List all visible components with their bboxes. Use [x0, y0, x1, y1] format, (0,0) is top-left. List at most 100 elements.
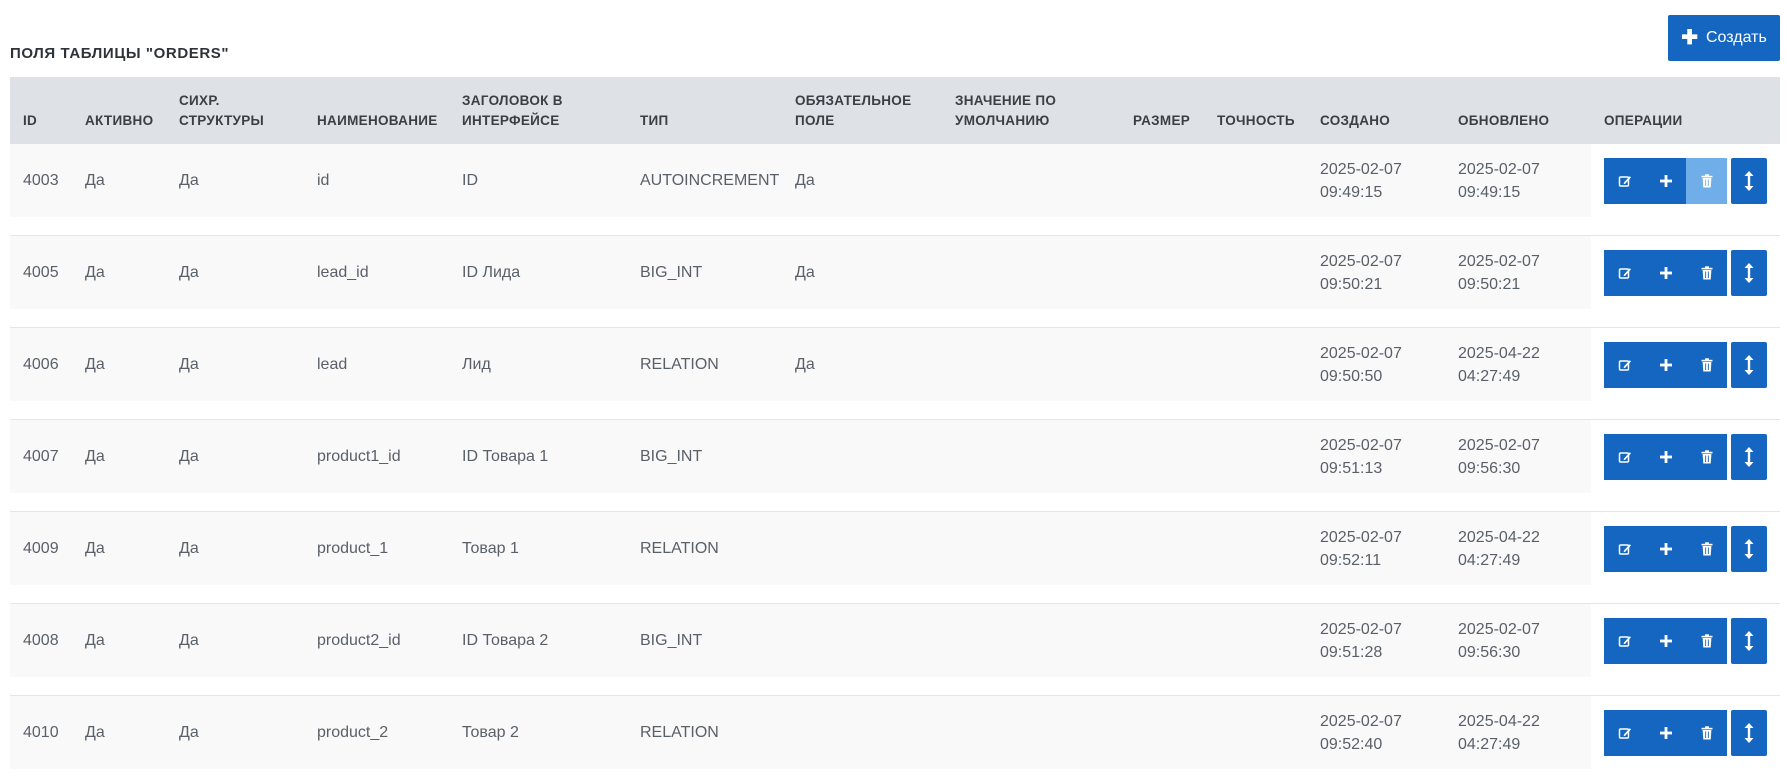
fields-table-container: ID АКТИВНО СИХР. СТРУКТУРЫ НАИМЕНОВАНИЕ ЗАГО…: [10, 77, 1780, 781]
field-name: lead: [304, 327, 449, 401]
edit-icon: [1618, 726, 1632, 740]
delete-button: [1686, 157, 1727, 204]
add-after-button[interactable]: [1645, 157, 1686, 204]
edit-button[interactable]: [1604, 525, 1645, 572]
operations-button-group: [1604, 157, 1727, 204]
delete-button[interactable]: [1686, 433, 1727, 480]
field-sync: Да: [166, 235, 304, 309]
field-type: RELATION: [627, 695, 782, 769]
field-created: 2025-02-07 09:49:15: [1307, 144, 1445, 217]
edit-button[interactable]: [1604, 709, 1645, 756]
edit-button[interactable]: [1604, 249, 1645, 296]
column-header-precision: ТОЧНОСТЬ: [1204, 77, 1307, 144]
edit-icon: [1618, 266, 1632, 280]
field-default: [942, 144, 1120, 217]
reorder-handle-button[interactable]: [1731, 617, 1767, 664]
field-updated: 2025-04-22 04:27:49: [1445, 327, 1591, 401]
field-type-value: RELATION: [640, 724, 719, 741]
field-name: product1_id: [304, 419, 449, 493]
field-precision: [1204, 235, 1307, 309]
add-after-button[interactable]: [1645, 249, 1686, 296]
reorder-handle-button[interactable]: [1731, 433, 1767, 480]
move-vertical-icon: [1744, 446, 1754, 467]
add-after-button[interactable]: [1645, 709, 1686, 756]
row-separator: [10, 677, 1780, 696]
delete-button[interactable]: [1686, 525, 1727, 572]
edit-button[interactable]: [1604, 617, 1645, 664]
field-label-value: ID Товара 2: [462, 632, 549, 649]
delete-button[interactable]: [1686, 341, 1727, 388]
trash-icon: [1701, 449, 1713, 464]
field-active-value: Да: [85, 264, 105, 281]
edit-icon: [1618, 358, 1632, 372]
field-required: Да: [782, 235, 942, 309]
field-updated-value: 2025-04-22 04:27:49: [1458, 344, 1540, 385]
edit-button[interactable]: [1604, 433, 1645, 480]
field-name: id: [304, 144, 449, 217]
field-updated: 2025-02-07 09:49:15: [1445, 144, 1591, 217]
row-separator-cell: [10, 309, 1780, 328]
edit-button[interactable]: [1604, 157, 1645, 204]
delete-button[interactable]: [1686, 249, 1727, 296]
trash-icon: [1701, 541, 1713, 556]
field-label-value: Лид: [462, 356, 491, 373]
create-button[interactable]: ✚ Создать: [1668, 15, 1780, 61]
row-separator-cell: [10, 401, 1780, 420]
field-updated: 2025-02-07 09:56:30: [1445, 603, 1591, 677]
field-sync: Да: [166, 144, 304, 217]
field-label-value: ID Товара 1: [462, 448, 549, 465]
add-after-button[interactable]: [1645, 433, 1686, 480]
field-active-value: Да: [85, 724, 105, 741]
field-active: Да: [72, 603, 166, 677]
column-header-size: РАЗМЕР: [1120, 77, 1204, 144]
add-after-button[interactable]: [1645, 525, 1686, 572]
plus-icon: [1659, 634, 1673, 648]
add-after-button[interactable]: [1645, 617, 1686, 664]
row-separator-cell: [10, 769, 1780, 781]
reorder-handle-button[interactable]: [1731, 157, 1767, 204]
column-header-label: СИХР. СТРУКТУРЫ: [179, 92, 265, 128]
table-row: 4009 Да Да product_1 Товар 1 RELATION 2025-02-…: [10, 511, 1780, 585]
row-operations: [1591, 327, 1780, 401]
field-label: ID Лида: [449, 235, 627, 309]
field-sync-value: Да: [179, 356, 199, 373]
field-sync: Да: [166, 419, 304, 493]
reorder-handle-button[interactable]: [1731, 709, 1767, 756]
field-sync-value: Да: [179, 264, 199, 281]
edit-icon: [1618, 634, 1632, 648]
field-id-value: 4005: [23, 264, 59, 281]
plus-icon: [1659, 174, 1673, 188]
field-id-value: 4003: [23, 172, 59, 189]
field-active: Да: [72, 144, 166, 217]
move-vertical-icon: [1744, 630, 1754, 651]
table-body: 4003 Да Да id ID AUTOINCREMENT Да 2025-02-07 09…: [10, 144, 1780, 781]
create-button-label: Создать: [1705, 29, 1767, 46]
field-label-value: Товар 2: [462, 724, 519, 741]
field-sync: Да: [166, 327, 304, 401]
field-label: ID: [449, 144, 627, 217]
field-active: Да: [72, 511, 166, 585]
row-operations: [1591, 419, 1780, 493]
delete-button[interactable]: [1686, 617, 1727, 664]
field-active: Да: [72, 235, 166, 309]
reorder-handle-button[interactable]: [1731, 341, 1767, 388]
delete-button[interactable]: [1686, 709, 1727, 756]
field-created-value: 2025-02-07 09:51:13: [1320, 436, 1402, 477]
field-id: 4009: [10, 511, 72, 585]
field-name: product2_id: [304, 603, 449, 677]
field-updated-value: 2025-04-22 04:27:49: [1458, 528, 1540, 569]
field-required: Да: [782, 144, 942, 217]
field-id: 4003: [10, 144, 72, 217]
reorder-handle-button[interactable]: [1731, 249, 1767, 296]
field-type-value: AUTOINCREMENT: [640, 172, 780, 189]
field-default: [942, 419, 1120, 493]
field-created: 2025-02-07 09:51:13: [1307, 419, 1445, 493]
operations-button-group: [1604, 709, 1727, 756]
edit-button[interactable]: [1604, 341, 1645, 388]
field-label-value: Товар 1: [462, 540, 519, 557]
field-updated: 2025-02-07 09:50:21: [1445, 235, 1591, 309]
operations-button-group: [1604, 525, 1727, 572]
add-after-button[interactable]: [1645, 341, 1686, 388]
field-precision: [1204, 695, 1307, 769]
reorder-handle-button[interactable]: [1731, 525, 1767, 572]
